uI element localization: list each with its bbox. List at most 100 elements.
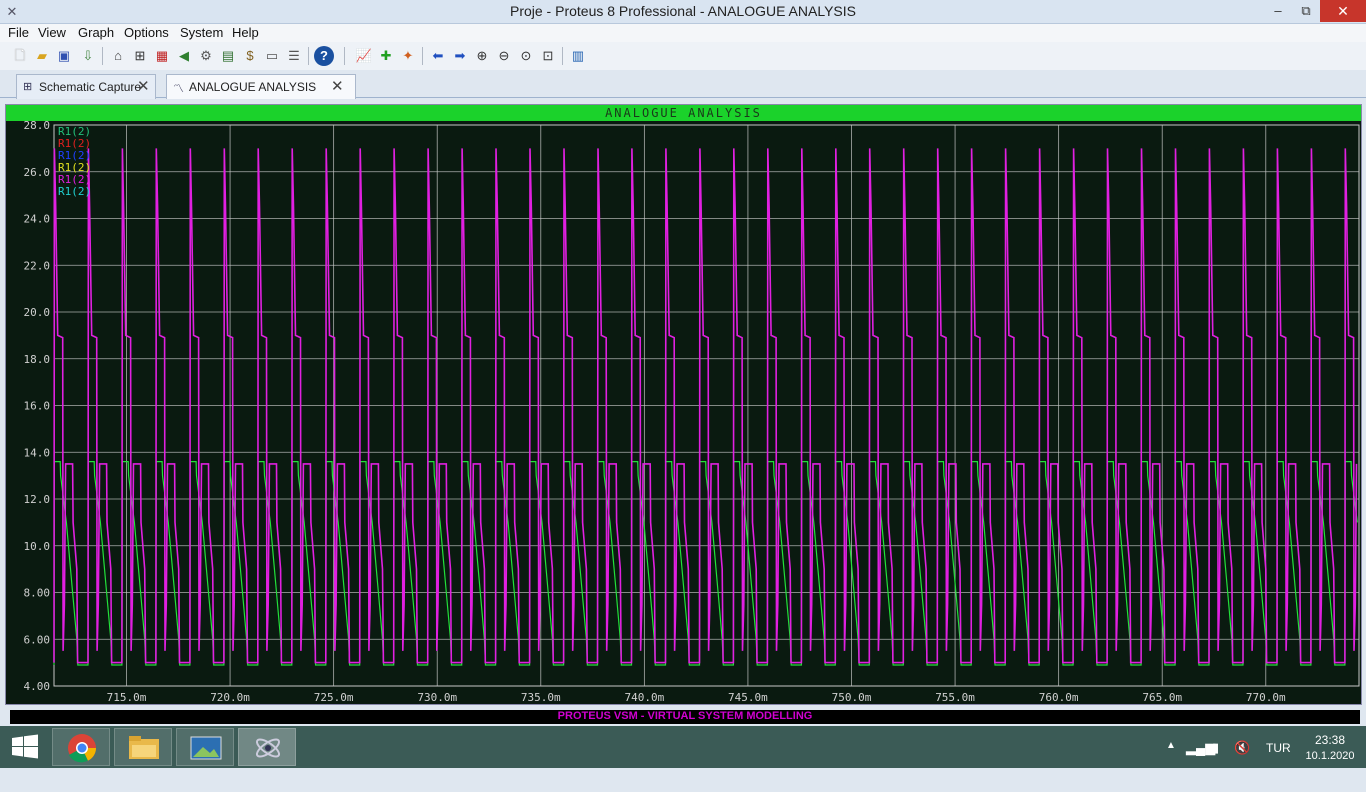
new-file-icon[interactable]: 🗋: [10, 46, 30, 66]
zoom-all-icon[interactable]: ⊙: [516, 46, 536, 66]
chrome-icon: [68, 734, 96, 763]
title-bar: ✕ Proje - Proteus 8 Professional - ANALO…: [0, 0, 1366, 24]
y-tick-label: 4.00: [24, 680, 51, 693]
y-tick-label: 10.0: [24, 540, 51, 553]
x-tick-label: 760.0m: [1039, 691, 1079, 704]
help-icon[interactable]: ?: [314, 46, 334, 66]
toolbar-separator: [102, 47, 103, 65]
language-indicator[interactable]: TUR: [1266, 741, 1291, 783]
gerber-icon[interactable]: ⚙: [196, 46, 216, 66]
menu-help[interactable]: Help: [232, 25, 259, 40]
graph-settings-icon[interactable]: ▥: [568, 46, 588, 66]
chrome-button[interactable]: [52, 728, 110, 766]
analogue-plot[interactable]: 4.00 6.00 8.00 10.0 12.0 14.0 16.0 18.0 20.0 22.0…: [6, 121, 1361, 704]
y-tick-label: 28.0: [24, 121, 51, 132]
y-tick-label: 20.0: [24, 306, 51, 319]
legend-entry: R1(2): [58, 185, 91, 198]
x-tick-label: 720.0m: [210, 691, 250, 704]
x-tick-label: 755.0m: [935, 691, 975, 704]
menu-options[interactable]: Options: [124, 25, 169, 40]
menu-system[interactable]: System: [180, 25, 223, 40]
status-bar: PROTEUS VSM - VIRTUAL SYSTEM MODELLING: [10, 710, 1360, 724]
y-tick-label: 24.0: [24, 213, 51, 226]
save-icon[interactable]: ▣: [54, 46, 74, 66]
window-title: Proje - Proteus 8 Professional - ANALOGU…: [509, 3, 856, 19]
menu-bar: File View Graph Options System Help: [0, 24, 1366, 42]
y-tick-label: 26.0: [24, 166, 51, 179]
status-text: PROTEUS VSM - VIRTUAL SYSTEM MODELLING: [557, 710, 813, 722]
x-tick-label: 735.0m: [521, 691, 561, 704]
tab-label: ANALOGUE ANALYSIS: [189, 80, 317, 94]
add-trace-icon[interactable]: ✚: [376, 46, 396, 66]
y-tick-label: 22.0: [24, 259, 51, 272]
schematic-icon[interactable]: ⊞: [130, 46, 150, 66]
document-tabs: ⊞ Schematic Capture ✕ 〽 ANALOGUE ANALYSI…: [0, 72, 1366, 99]
tab-label: Schematic Capture: [39, 80, 142, 94]
proteus-icon: [255, 738, 281, 758]
y-tick-label: 12.0: [24, 493, 51, 506]
x-tick-label: 765.0m: [1142, 691, 1182, 704]
file-explorer-button[interactable]: [114, 728, 172, 766]
arrow-left-icon[interactable]: ⬅: [428, 46, 448, 66]
x-tick-label: 740.0m: [624, 691, 664, 704]
x-tick-label: 750.0m: [832, 691, 872, 704]
y-tick-label: 8.00: [24, 587, 51, 600]
minimize-button[interactable]: –: [1264, 0, 1292, 22]
photos-icon: [190, 736, 222, 760]
home-icon[interactable]: ⌂: [108, 46, 128, 66]
zoom-out-icon[interactable]: ⊖: [494, 46, 514, 66]
x-tick-label: 715.0m: [107, 691, 147, 704]
bom-icon[interactable]: $: [240, 46, 260, 66]
toolbar: 🗋 ▰ ▣ ⇩ ⌂ ⊞ ▦ ◀ ⚙ ▤ $ ▭ ☰ ? 📈 ✚ ✦ ⬅ ➡ ⊕ …: [0, 42, 1366, 70]
photos-button[interactable]: [176, 728, 234, 766]
x-tick-label: 725.0m: [314, 691, 354, 704]
power-icon[interactable]: ▮: [1212, 740, 1219, 756]
x-tick-label: 770.0m: [1246, 691, 1286, 704]
y-tick-label: 6.00: [24, 633, 51, 646]
tab-schematic-capture[interactable]: ⊞ Schematic Capture ✕: [16, 74, 156, 99]
close-button[interactable]: ✕: [1320, 0, 1366, 22]
start-button[interactable]: [0, 726, 50, 768]
source-code-icon[interactable]: ▭: [262, 46, 282, 66]
simulate-graph-icon[interactable]: ✦: [398, 46, 418, 66]
edit-graph-icon[interactable]: 📈: [354, 46, 374, 66]
toolbar-separator: [422, 47, 423, 65]
y-tick-label: 16.0: [24, 400, 51, 413]
pcb-layout-icon[interactable]: ▦: [152, 46, 172, 66]
graph-panel[interactable]: ANALOGUE ANALYSIS 4.00 6.00 8.00 10.0 12.0 14…: [5, 104, 1362, 705]
menu-view[interactable]: View: [38, 25, 66, 40]
y-tick-label: 18.0: [24, 353, 51, 366]
show-hidden-icons-icon[interactable]: ▲: [1166, 740, 1176, 751]
3d-viewer-icon[interactable]: ◀: [174, 46, 194, 66]
tab-analogue-analysis[interactable]: 〽 ANALOGUE ANALYSIS ✕: [166, 74, 356, 99]
menu-graph[interactable]: Graph: [78, 25, 114, 40]
zoom-in-icon[interactable]: ⊕: [472, 46, 492, 66]
schematic-icon: ⊞: [23, 81, 33, 93]
graph-title: ANALOGUE ANALYSIS: [605, 106, 762, 120]
volume-muted-icon[interactable]: 🔇: [1234, 740, 1250, 756]
proteus-button[interactable]: [238, 728, 296, 766]
notes-icon[interactable]: ☰: [284, 46, 304, 66]
green-trace-line: [53, 461, 1358, 666]
graph-icon: 〽: [173, 83, 184, 95]
close-tab-icon[interactable]: ✕: [137, 77, 150, 95]
arrow-right-icon[interactable]: ➡: [450, 46, 470, 66]
design-explorer-icon[interactable]: ▤: [218, 46, 238, 66]
x-tick-label: 745.0m: [728, 691, 768, 704]
y-tick-label: 14.0: [24, 446, 51, 459]
toolbar-separator: [308, 47, 309, 65]
close-tab-icon[interactable]: ✕: [331, 77, 344, 95]
menu-file[interactable]: File: [8, 25, 29, 40]
zoom-area-icon[interactable]: ⊡: [538, 46, 558, 66]
windows-icon: [12, 734, 38, 759]
x-tick-label: 730.0m: [417, 691, 457, 704]
maximize-button[interactable]: ⧉: [1292, 0, 1320, 22]
toolbar-separator: [344, 47, 345, 65]
network-icon[interactable]: ▂▄▆: [1186, 740, 1215, 756]
open-folder-icon[interactable]: ▰: [32, 46, 52, 66]
clock-date[interactable]: 10.1.2020: [1300, 750, 1360, 792]
graph-header: ANALOGUE ANALYSIS: [6, 105, 1361, 121]
toolbar-separator: [562, 47, 563, 65]
import-icon[interactable]: ⇩: [78, 46, 98, 66]
file-explorer-icon: [129, 736, 159, 759]
